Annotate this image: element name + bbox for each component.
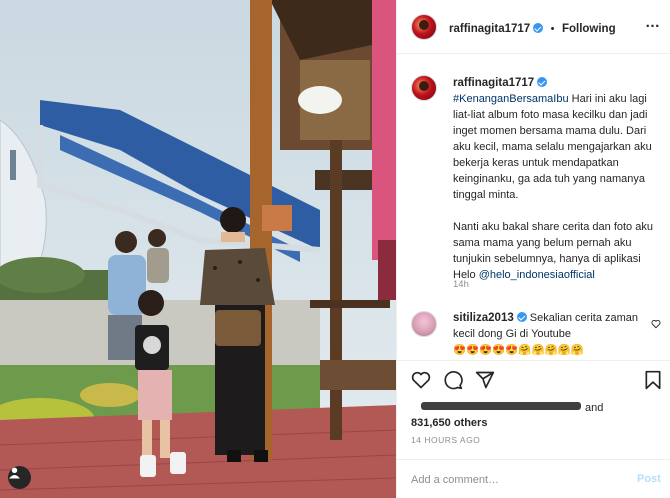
heart-icon[interactable] <box>411 370 431 390</box>
share-icon[interactable] <box>475 370 495 390</box>
post-photo[interactable] <box>0 0 396 498</box>
more-options-icon[interactable]: … <box>645 14 660 31</box>
caption-mention[interactable]: @helo_indonesiaofficial <box>479 269 595 281</box>
bookmark-icon[interactable] <box>644 370 662 390</box>
post-comment-button[interactable]: Post <box>637 473 661 485</box>
caption-text-1: Hari ini aku lagi liat-liat album foto m… <box>453 93 652 201</box>
commenter-avatar[interactable] <box>411 311 437 337</box>
post-date[interactable]: 14 HOURS AGO <box>411 435 480 445</box>
comment-like-icon[interactable] <box>651 319 661 329</box>
following-button[interactable]: Following <box>562 23 616 35</box>
liked-by-redacted <box>421 402 581 410</box>
post-header: raffinagita1717 • Following … <box>397 0 670 54</box>
add-comment-bar: Post <box>397 459 670 498</box>
verified-badge-icon <box>537 77 548 87</box>
post-side-panel: raffinagita1717 • Following … raffinagit… <box>396 0 670 498</box>
photo-scene <box>0 0 396 498</box>
comment-icon[interactable] <box>443 370 463 390</box>
commenter-username[interactable]: sitiliza2013 <box>453 312 514 324</box>
comment-emojis: 😍😍😍😍😍🤗🤗🤗🤗🤗 <box>453 344 584 356</box>
likes-summary: and 831,650 others <box>411 401 661 431</box>
caption-author-avatar[interactable] <box>411 75 437 101</box>
header-separator: • <box>550 23 555 35</box>
caption-block: raffinagita1717 #KenanganBersamaIbu Hari… <box>453 75 665 283</box>
comment-body: sitiliza2013 Sekalian cerita zaman kecil… <box>453 310 643 358</box>
verified-badge-icon <box>516 312 527 322</box>
caption-username[interactable]: raffinagita1717 <box>453 77 534 89</box>
header-author-line: raffinagita1717 • Following <box>449 19 616 37</box>
caption-time-ago[interactable]: 14h <box>453 279 469 290</box>
likes-and-label: and <box>585 402 604 414</box>
caption-paragraph-1: #KenanganBersamaIbu Hari ini aku lagi li… <box>453 91 665 203</box>
caption-hashtag[interactable]: #KenanganBersamaIbu <box>453 93 569 105</box>
user-tag-button[interactable] <box>8 466 31 489</box>
caption-paragraph-2: Nanti aku bakal share cerita dan foto ak… <box>453 219 665 283</box>
caption-and-comments: raffinagita1717 #KenanganBersamaIbu Hari… <box>397 55 670 360</box>
post-actions-section: and 831,650 others 14 HOURS AGO Post <box>397 360 670 498</box>
add-comment-input[interactable] <box>411 470 611 490</box>
author-username[interactable]: raffinagita1717 <box>449 23 530 35</box>
comment-item: sitiliza2013 Sekalian cerita zaman kecil… <box>397 308 670 360</box>
verified-badge-icon <box>533 23 544 33</box>
user-tag-icon <box>9 467 20 479</box>
likes-count[interactable]: 831,650 others <box>411 417 487 429</box>
author-avatar[interactable] <box>411 14 437 40</box>
